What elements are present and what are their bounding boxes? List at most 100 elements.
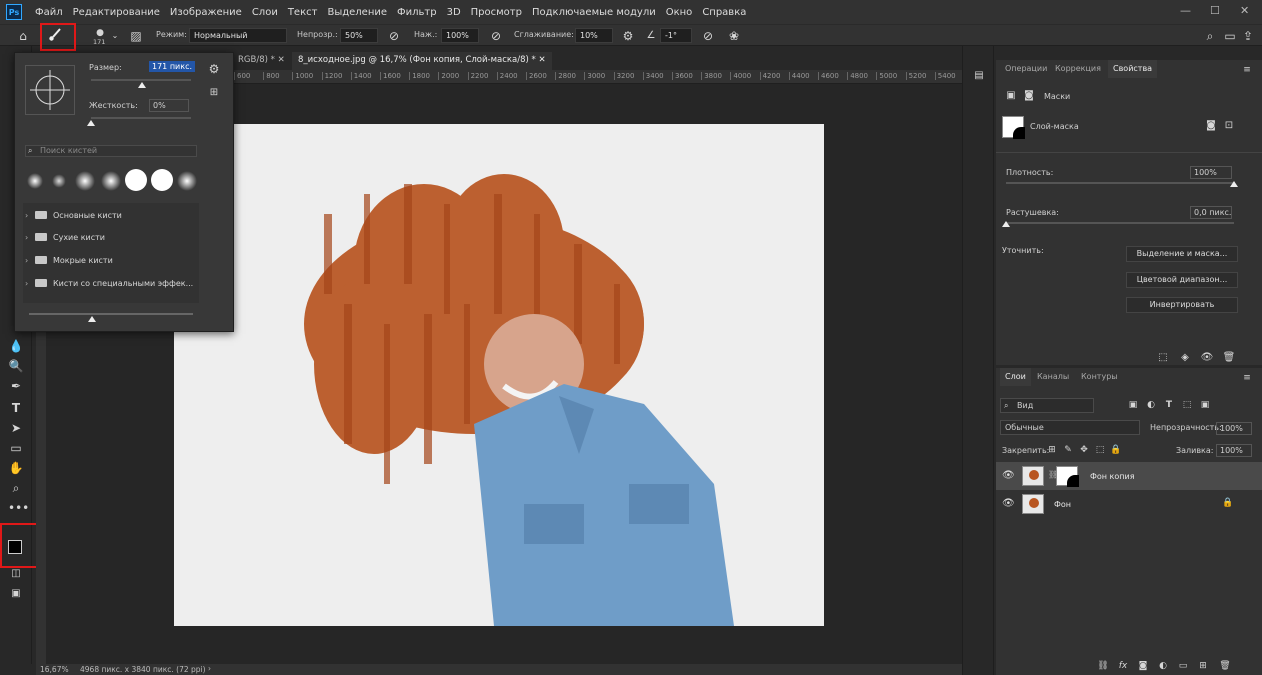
filter-pixel-icon[interactable]: ▣ bbox=[1126, 397, 1140, 413]
brush-tip[interactable] bbox=[151, 169, 173, 191]
adjustment-layer-icon[interactable]: ◐ bbox=[1156, 658, 1170, 674]
eye-icon[interactable]: 👁 bbox=[1200, 350, 1214, 366]
photoshop-logo[interactable]: Ps bbox=[6, 4, 22, 20]
fx-icon[interactable]: fx bbox=[1116, 658, 1130, 674]
history-icon[interactable]: ▤ bbox=[971, 68, 987, 84]
filter-shape-icon[interactable]: ⬚ bbox=[1180, 397, 1194, 413]
brush-tip-preview[interactable] bbox=[25, 65, 75, 115]
select-mask-icon[interactable]: ◙ bbox=[1204, 118, 1218, 134]
density-slider-knob[interactable] bbox=[1230, 181, 1238, 187]
close-icon[interactable]: ✕ bbox=[278, 55, 285, 65]
close-icon[interactable]: ✕ bbox=[538, 55, 545, 65]
pixel-mask-icon[interactable]: ▣ bbox=[1004, 88, 1018, 104]
tab-layers[interactable]: Слои bbox=[1000, 368, 1031, 386]
tab-history[interactable]: Операции bbox=[1000, 60, 1052, 78]
density-field[interactable]: 100% bbox=[1190, 166, 1232, 179]
eye-icon[interactable]: 👁 bbox=[1002, 498, 1015, 509]
maximize-button[interactable]: ☐ bbox=[1210, 4, 1220, 17]
mask-thumbnail[interactable] bbox=[1056, 466, 1079, 487]
tab-paths[interactable]: Контуры bbox=[1076, 368, 1123, 386]
layer-name[interactable]: Фон bbox=[1054, 500, 1071, 509]
brush-tip[interactable] bbox=[125, 169, 147, 191]
select-and-mask-button[interactable]: Выделение и маска... bbox=[1126, 246, 1238, 262]
link-layers-icon[interactable]: ⛓ bbox=[1096, 658, 1110, 674]
zoom-tool-icon[interactable]: ⌕ bbox=[8, 480, 24, 496]
fill-field[interactable]: 100% bbox=[1216, 444, 1252, 457]
brush-tip[interactable] bbox=[51, 173, 67, 189]
filter-adjust-icon[interactable]: ◐ bbox=[1144, 397, 1158, 413]
quick-mask-icon[interactable]: ◫ bbox=[8, 566, 24, 582]
airbrush-icon[interactable]: ⊘ bbox=[488, 28, 504, 44]
brush-tip[interactable] bbox=[101, 171, 121, 191]
brush-tip[interactable] bbox=[177, 171, 197, 191]
layer-row[interactable]: 👁 ⛓ Фон копия bbox=[996, 462, 1262, 490]
home-icon[interactable]: ⌂ bbox=[14, 28, 32, 44]
tab-active[interactable]: 8_исходное.jpg @ 16,7% (Фон копия, Слой-… bbox=[292, 52, 552, 70]
search-icon[interactable]: ⌕ bbox=[1202, 28, 1218, 44]
tab-previous[interactable]: RGB/8) * ✕ bbox=[232, 52, 291, 70]
lock-all-icon[interactable]: 🔒 bbox=[1110, 442, 1122, 458]
brush-settings-icon[interactable]: ▨ bbox=[128, 28, 144, 44]
angle-field[interactable]: -1° bbox=[660, 28, 692, 43]
mask-thumbnail[interactable] bbox=[1002, 116, 1025, 139]
vector-mask-icon[interactable]: ◙ bbox=[1022, 88, 1036, 104]
zoom-level[interactable]: 16,67% bbox=[40, 665, 69, 674]
add-mask-icon[interactable]: ◙ bbox=[1136, 658, 1150, 674]
chevron-down-icon[interactable]: ⌄ bbox=[110, 28, 120, 44]
menu-help[interactable]: Справка bbox=[697, 7, 751, 18]
lock-position-icon[interactable]: ✥ bbox=[1078, 442, 1090, 458]
smoothing-field[interactable]: 10% bbox=[575, 28, 613, 43]
apply-icon[interactable]: ◈ bbox=[1178, 350, 1192, 366]
mode-select[interactable]: Нормальный bbox=[189, 28, 287, 43]
menu-image[interactable]: Изображение bbox=[165, 7, 247, 18]
chevron-right-icon[interactable]: › bbox=[208, 664, 211, 673]
panel-menu-icon[interactable]: ≡ bbox=[1240, 370, 1254, 386]
more-tools-icon[interactable]: ••• bbox=[8, 500, 29, 516]
path-selection-icon[interactable]: ➤ bbox=[8, 420, 24, 436]
menu-layers[interactable]: Слои bbox=[247, 7, 283, 18]
feather-slider[interactable] bbox=[1006, 222, 1234, 224]
rectangle-tool-icon[interactable]: ▭ bbox=[8, 440, 24, 456]
opacity-field[interactable]: 50% bbox=[340, 28, 378, 43]
folder-special-brushes[interactable]: › Кисти со специальными эффек... bbox=[25, 273, 197, 293]
screen-mode-icon[interactable]: ▣ bbox=[8, 586, 24, 602]
trash-icon[interactable]: 🗑 bbox=[1222, 350, 1236, 366]
hardness-field[interactable]: 0% bbox=[149, 99, 189, 112]
preview-size-knob[interactable] bbox=[88, 316, 96, 322]
hardness-slider-knob[interactable] bbox=[87, 120, 95, 126]
symmetry-icon[interactable]: ❀ bbox=[726, 28, 742, 44]
workspace-icon[interactable]: ▭ bbox=[1222, 28, 1238, 44]
gear-icon[interactable]: ⚙ bbox=[620, 28, 636, 44]
layer-opacity-field[interactable]: 100% bbox=[1216, 422, 1252, 435]
size-field[interactable]: 171 пикс. bbox=[149, 61, 196, 72]
menu-window[interactable]: Окно bbox=[661, 7, 698, 18]
layer-filter-select[interactable]: ⌕ Вид bbox=[1000, 398, 1094, 413]
layer-row[interactable]: 👁 Фон 🔒 bbox=[996, 490, 1262, 518]
trash-icon[interactable]: 🗑 bbox=[1218, 658, 1232, 674]
folder-wet-brushes[interactable]: › Мокрые кисти bbox=[25, 250, 197, 270]
invert-button[interactable]: Инвертировать bbox=[1126, 297, 1238, 313]
share-icon[interactable]: ⇪ bbox=[1240, 28, 1256, 44]
brush-tip[interactable] bbox=[27, 173, 43, 189]
color-range-button[interactable]: Цветовой диапазон... bbox=[1126, 272, 1238, 288]
new-layer-icon[interactable]: ⊞ bbox=[1196, 658, 1210, 674]
pressure-field[interactable]: 100% bbox=[441, 28, 479, 43]
menu-3d[interactable]: 3D bbox=[442, 7, 466, 18]
tab-adjustments[interactable]: Коррекция bbox=[1050, 60, 1106, 78]
folder-dry-brushes[interactable]: › Сухие кисти bbox=[25, 227, 197, 247]
layer-name[interactable]: Фон копия bbox=[1090, 472, 1135, 481]
folder-basic-brushes[interactable]: › Основные кисти bbox=[25, 205, 197, 225]
lock-artboard-icon[interactable]: ⬚ bbox=[1094, 442, 1106, 458]
brush-search-input[interactable]: ⌕ Поиск кистей bbox=[25, 145, 197, 157]
blend-mode-select[interactable]: Обычные bbox=[1000, 420, 1140, 435]
minimize-button[interactable]: — bbox=[1180, 4, 1191, 17]
document-image[interactable] bbox=[174, 124, 824, 626]
close-button[interactable]: ✕ bbox=[1240, 4, 1249, 17]
filter-smart-icon[interactable]: ▣ bbox=[1198, 397, 1212, 413]
menu-text[interactable]: Текст bbox=[283, 7, 323, 18]
hand-tool-icon[interactable]: ✋ bbox=[8, 460, 24, 476]
menu-select[interactable]: Выделение bbox=[322, 7, 392, 18]
brush-tip[interactable] bbox=[75, 171, 95, 191]
new-preset-icon[interactable]: ⊞ bbox=[207, 85, 221, 101]
menu-filter[interactable]: Фильтр bbox=[392, 7, 442, 18]
